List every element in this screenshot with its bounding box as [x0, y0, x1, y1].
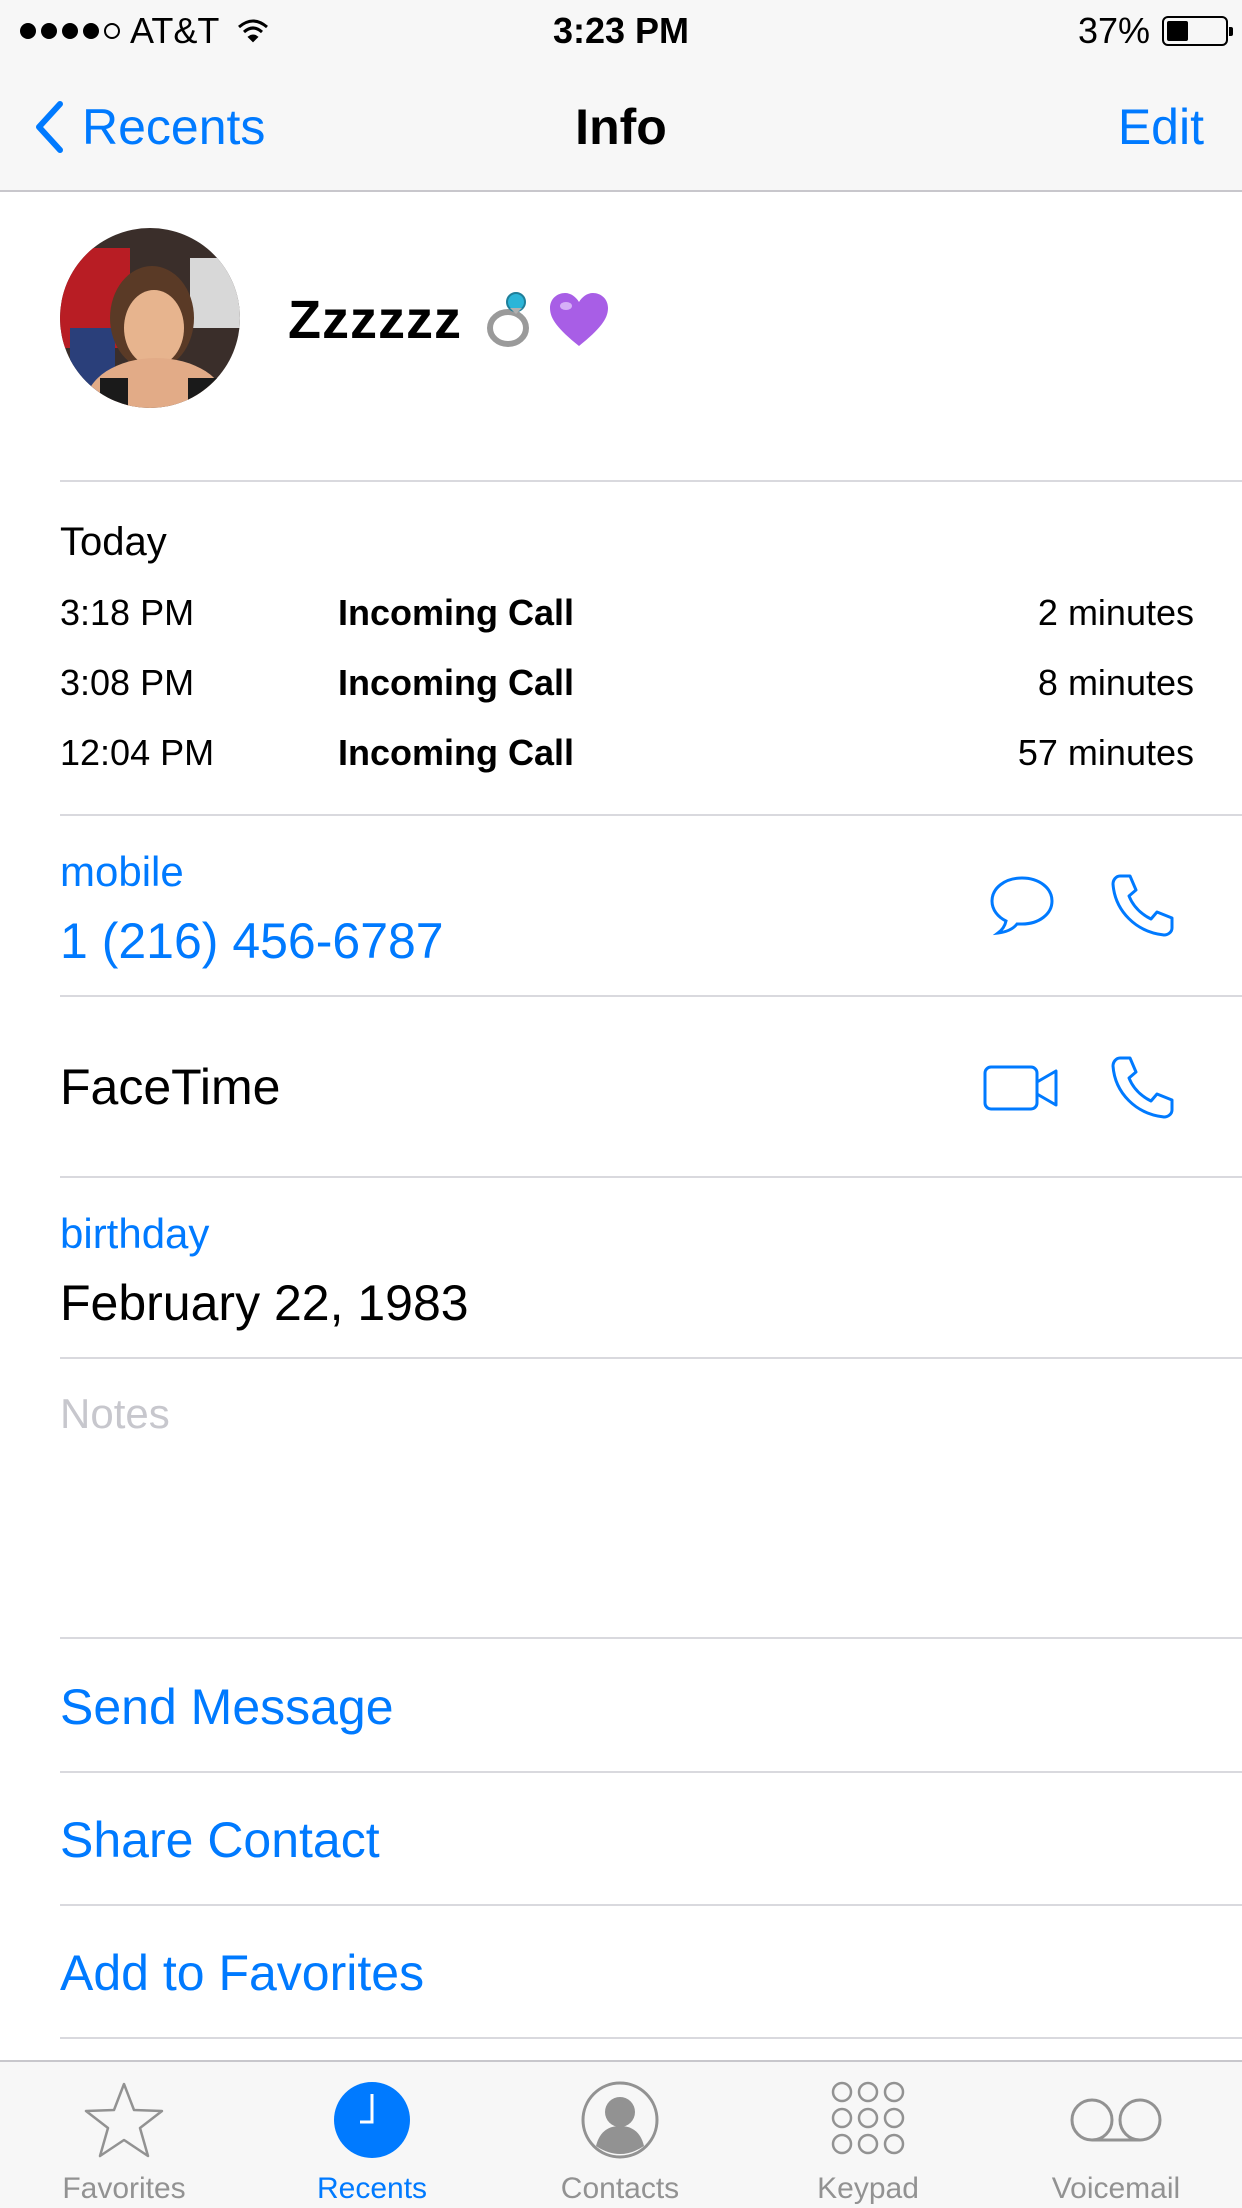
status-right: 37%	[1077, 10, 1233, 52]
call-row: 3:18 PM Incoming Call 2 minutes	[60, 592, 1194, 642]
battery-fill	[1167, 21, 1188, 41]
tab-bar: Favorites Recents Contacts Keypad Voicem…	[0, 2060, 1242, 2208]
tab-recents[interactable]: Recents	[272, 2062, 472, 2208]
message-icon[interactable]	[988, 874, 1056, 936]
status-time: 3:23 PM	[552, 10, 690, 51]
call-type: Incoming Call	[338, 592, 575, 633]
tab-label: Contacts	[560, 2172, 680, 2205]
call-duration: 57 minutes	[1017, 732, 1194, 773]
contact-name: Zzzzzz	[288, 288, 610, 352]
clock-icon	[334, 2082, 410, 2158]
tab-label: Keypad	[817, 2172, 919, 2205]
birthday-value: February 22, 1983	[60, 1275, 469, 1331]
battery-icon	[1162, 16, 1233, 46]
tab-label: Recents	[316, 2172, 428, 2205]
separator	[60, 995, 1242, 997]
purple-heart-icon	[550, 293, 608, 346]
tab-favorites[interactable]: Favorites	[24, 2062, 224, 2208]
voicemail-icon	[1070, 2098, 1162, 2142]
nav-bar: Recents Info Edit	[0, 62, 1242, 192]
separator	[60, 2037, 1242, 2039]
edit-button[interactable]: Edit	[1118, 92, 1204, 162]
share-contact-button[interactable]: Share Contact	[60, 1811, 380, 1869]
separator	[60, 1176, 1242, 1178]
separator	[60, 1637, 1242, 1639]
separator	[60, 1357, 1242, 1359]
separator	[60, 1771, 1242, 1773]
video-camera-icon[interactable]	[982, 1064, 1060, 1112]
avatar-photo	[60, 228, 240, 408]
avatar	[60, 228, 240, 408]
ring-icon	[487, 292, 529, 347]
phone-number[interactable]: 1 (216) 456-6787	[60, 912, 444, 970]
page-title: Info	[575, 99, 667, 155]
facetime-audio-icon[interactable]	[1108, 1054, 1178, 1120]
keypad-icon	[831, 2081, 905, 2155]
separator	[60, 480, 1242, 482]
person-icon	[581, 2081, 659, 2159]
contact-name-text: Zzzzzz	[288, 290, 462, 350]
call-type: Incoming Call	[338, 662, 575, 703]
tab-label: Favorites	[62, 2172, 186, 2205]
facetime-label: FaceTime	[60, 1059, 281, 1115]
status-bar: AT&T 3:23 PM 37%	[0, 0, 1242, 62]
call-duration: 8 minutes	[1037, 662, 1194, 703]
notes-field[interactable]: Notes	[60, 1390, 170, 1438]
tab-keypad[interactable]: Keypad	[768, 2062, 968, 2208]
star-icon	[84, 2082, 164, 2158]
call-time: 3:18 PM	[60, 592, 195, 633]
birthday-label: birthday	[60, 1210, 210, 1257]
separator	[60, 1904, 1242, 1906]
call-time: 3:08 PM	[60, 662, 195, 703]
call-day-label: Today	[60, 520, 167, 564]
call-type: Incoming Call	[338, 732, 575, 773]
call-time: 12:04 PM	[60, 732, 215, 773]
tab-contacts[interactable]: Contacts	[520, 2062, 720, 2208]
tab-voicemail[interactable]: Voicemail	[1016, 2062, 1216, 2208]
battery-percent: 37%	[1077, 10, 1150, 51]
separator	[60, 814, 1242, 816]
call-duration: 2 minutes	[1037, 592, 1194, 633]
send-message-button[interactable]: Send Message	[60, 1678, 394, 1736]
phone-icon[interactable]	[1108, 872, 1178, 938]
add-to-favorites-button[interactable]: Add to Favorites	[60, 1944, 424, 2002]
call-row: 12:04 PM Incoming Call 57 minutes	[60, 732, 1194, 782]
tab-label: Voicemail	[1051, 2172, 1181, 2205]
phone-label: mobile	[60, 848, 184, 895]
call-row: 3:08 PM Incoming Call 8 minutes	[60, 662, 1194, 712]
